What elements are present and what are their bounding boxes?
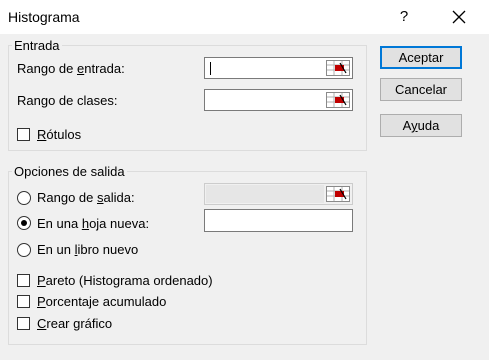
crear-grafico-label: Crear gráfico <box>37 316 113 331</box>
rango-clases-input[interactable] <box>204 89 353 111</box>
rango-salida-label: Rango de salida: <box>37 190 135 205</box>
rango-entrada-label: Rango de entrada: <box>17 61 125 76</box>
ayuda-button[interactable]: Ayuda <box>380 114 462 137</box>
rango-salida-input[interactable] <box>204 183 353 205</box>
range-picker-icon[interactable] <box>326 60 350 76</box>
salida-group-label: Opciones de salida <box>12 164 127 179</box>
hoja-nueva-input[interactable] <box>204 209 353 232</box>
entrada-group-label: Entrada <box>12 38 62 53</box>
libro-nuevo-label: En un libro nuevo <box>37 242 139 257</box>
title-bar: Histograma ? <box>0 0 489 34</box>
range-picker-icon[interactable] <box>326 186 350 202</box>
rotulos-label: Rótulos <box>37 127 82 142</box>
close-icon[interactable] <box>446 6 472 28</box>
porcentaje-checkbox[interactable] <box>17 295 30 308</box>
pareto-label: Pareto (Histograma ordenado) <box>37 273 213 288</box>
hoja-nueva-label: En una hoja nueva: <box>37 216 150 231</box>
cancelar-button[interactable]: Cancelar <box>380 78 462 101</box>
rango-clases-label: Rango de clases: <box>17 93 118 108</box>
rotulos-checkbox[interactable] <box>17 128 30 141</box>
crear-grafico-checkbox[interactable] <box>17 317 30 330</box>
porcentaje-label: Porcentaje acumulado <box>37 294 167 309</box>
disabled-field-fill <box>206 185 324 203</box>
text-caret <box>210 62 211 75</box>
range-picker-icon[interactable] <box>326 92 350 108</box>
hoja-nueva-radio[interactable] <box>17 216 31 230</box>
rango-salida-radio[interactable] <box>17 191 31 205</box>
rango-entrada-input[interactable] <box>204 57 353 79</box>
libro-nuevo-radio[interactable] <box>17 243 31 257</box>
pareto-checkbox[interactable] <box>17 274 30 287</box>
dialog-title: Histograma <box>8 9 80 25</box>
aceptar-button[interactable]: Aceptar <box>380 46 462 69</box>
help-button[interactable]: ? <box>394 6 414 28</box>
